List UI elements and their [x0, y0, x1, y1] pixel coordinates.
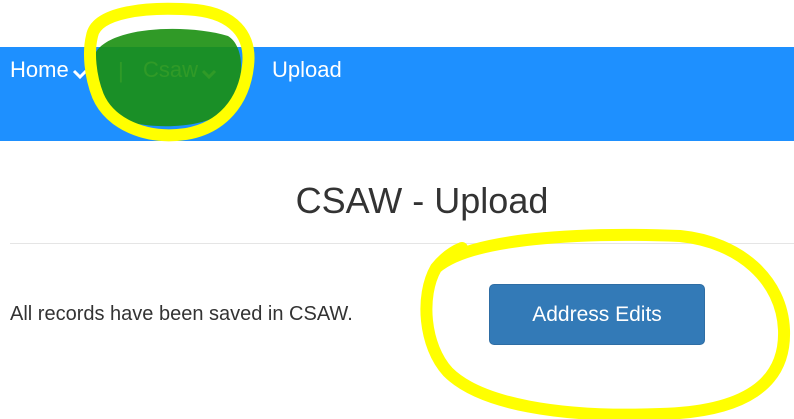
chevron-down-icon	[201, 69, 217, 79]
page-title: CSAW - Upload	[295, 180, 549, 221]
nav-item-home[interactable]: Home	[10, 57, 88, 83]
nav-separator: |	[118, 58, 124, 83]
address-edits-button[interactable]: Address Edits	[489, 284, 705, 345]
nav-item-home-label: Home	[10, 57, 69, 82]
nav-item-upload-label: Upload	[272, 57, 342, 82]
divider	[10, 243, 794, 244]
chevron-down-icon	[72, 69, 87, 79]
status-message: All records have been saved in CSAW.	[10, 303, 353, 325]
nav-item-upload[interactable]: Upload	[272, 57, 342, 83]
nav-item-csaw[interactable]: Csaw	[143, 57, 217, 83]
nav-item-csaw-label: Csaw	[143, 57, 199, 82]
nav-separator: |	[244, 58, 250, 83]
top-navbar: Home | Csaw | Upload	[0, 47, 794, 141]
